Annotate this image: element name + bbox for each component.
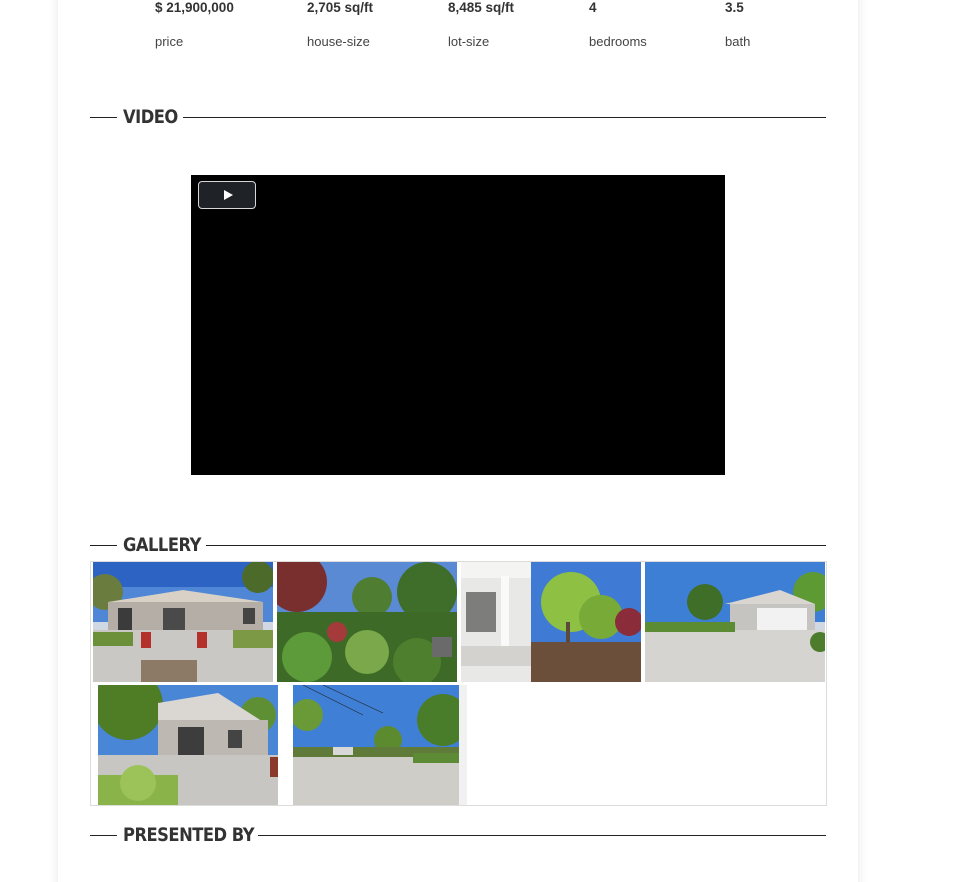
divider	[183, 117, 826, 118]
play-icon	[224, 190, 233, 200]
covered-patio-image	[98, 685, 278, 805]
photo-gallery	[90, 561, 827, 806]
divider	[90, 545, 117, 546]
presented-by-section-heading: PRESENTED BY	[90, 823, 826, 847]
divider	[206, 545, 826, 546]
bath-value: 3.5	[725, 0, 744, 15]
price-label: price	[155, 34, 184, 49]
video-player[interactable]	[191, 175, 725, 475]
video-title: VIDEO	[123, 106, 178, 128]
lot-size-value: 8,485 sq/ft	[448, 0, 515, 15]
divider	[90, 117, 117, 118]
driveway-garage-image	[645, 562, 825, 682]
gallery-photo[interactable]	[461, 562, 641, 682]
listing-card: $ 21,900,000 price 2,705 sq/ft house-siz…	[58, 0, 858, 882]
street-view-image	[293, 685, 467, 805]
gallery-photo[interactable]	[93, 562, 273, 682]
backyard-patio-image	[93, 562, 273, 682]
video-section-heading: VIDEO	[90, 105, 826, 129]
gallery-photo[interactable]	[98, 685, 278, 805]
presented-by-title: PRESENTED BY	[123, 824, 255, 846]
covered-porch-image	[461, 562, 641, 682]
gallery-photo[interactable]	[293, 685, 467, 805]
bath-label: bath	[725, 34, 751, 49]
divider	[258, 835, 826, 836]
bedrooms-value: 4	[589, 0, 597, 15]
house-size-label: house-size	[307, 34, 370, 49]
price-value: $ 21,900,000	[155, 0, 234, 15]
play-button[interactable]	[198, 181, 256, 209]
gallery-title: GALLERY	[123, 534, 201, 556]
lot-size-label: lot-size	[448, 34, 490, 49]
house-size-value: 2,705 sq/ft	[307, 0, 374, 15]
divider	[90, 835, 117, 836]
front-garden-image	[277, 562, 457, 682]
gallery-photo[interactable]	[277, 562, 457, 682]
gallery-photo[interactable]	[645, 562, 825, 682]
bedrooms-label: bedrooms	[589, 34, 647, 49]
gallery-section-heading: GALLERY	[90, 533, 826, 557]
